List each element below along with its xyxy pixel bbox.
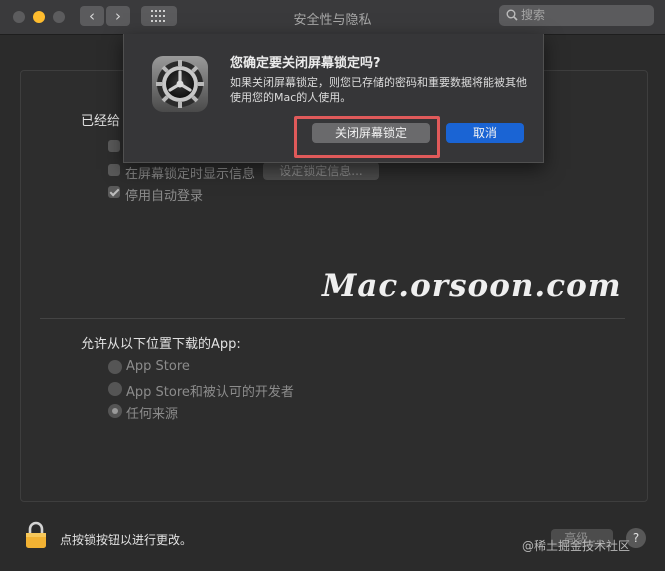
radio-app-store-identified[interactable]: [108, 382, 122, 396]
source-credit: @稀土掘金技术社区: [522, 539, 631, 553]
radio-app-store-identified-label: App Store和被认可的开发者: [126, 385, 294, 400]
system-preferences-gear-icon: [152, 56, 208, 112]
section-divider: [40, 318, 625, 319]
lock-icon[interactable]: [24, 521, 48, 549]
search-input[interactable]: [521, 7, 646, 23]
lock-status-text: 点按锁按钮以进行更改。: [60, 533, 193, 547]
cancel-button[interactable]: 取消: [446, 123, 524, 143]
search-field[interactable]: [499, 5, 654, 26]
general-section-header: 已经给: [81, 114, 121, 129]
title-bar: ‹ › 安全性与隐私: [0, 0, 665, 35]
set-lock-message-button[interactable]: 设定锁定信息...: [263, 162, 379, 180]
watermark-text: Mac.orsoon.com: [322, 268, 622, 304]
radio-app-store-label: App Store: [126, 359, 190, 374]
disable-autologin-checkbox[interactable]: [108, 186, 120, 198]
show-message-label: 在屏幕锁定时显示信息: [125, 167, 256, 182]
search-icon: [506, 9, 518, 21]
dialog-title: 您确定要关闭屏幕锁定吗?: [230, 56, 381, 71]
disable-autologin-label: 停用自动登录: [125, 189, 204, 204]
show-message-checkbox[interactable]: [108, 164, 120, 176]
radio-anywhere[interactable]: [108, 404, 122, 418]
highlight-annotation-box: [294, 116, 440, 158]
downloads-section-header: 允许从以下位置下载的App:: [81, 337, 241, 352]
require-password-checkbox[interactable]: [108, 140, 120, 152]
radio-anywhere-label: 任何来源: [126, 407, 179, 422]
radio-app-store[interactable]: [108, 360, 122, 374]
dialog-message: 如果关闭屏幕锁定，则您已存储的密码和重要数据将能被其他使用您的Mac的人使用。: [230, 76, 527, 104]
